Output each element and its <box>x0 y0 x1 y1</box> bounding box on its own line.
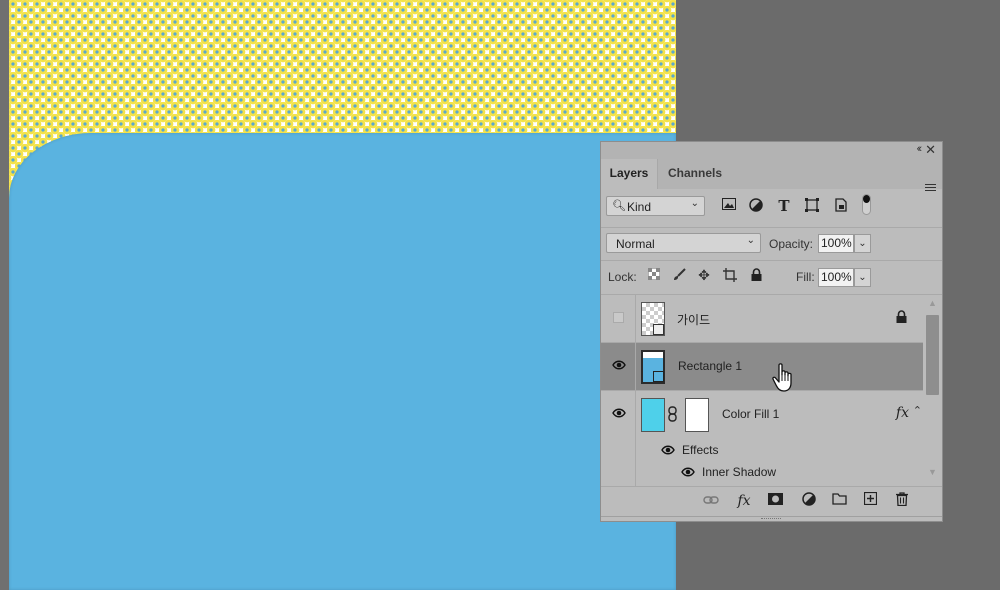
blend-mode-value: Normal <box>616 237 655 251</box>
layer-thumbnail <box>641 302 665 336</box>
visibility-cell <box>601 439 636 461</box>
fx-icon[interactable]: fx <box>735 492 753 510</box>
new-group-icon[interactable] <box>830 492 848 510</box>
blend-mode-select[interactable]: Normal ⌄ <box>606 233 761 253</box>
effects-label: Effects <box>682 443 719 457</box>
layer-name[interactable]: 가이드 <box>677 311 710 328</box>
link-icon[interactable] <box>668 406 677 425</box>
panel-tabs: Layers Channels <box>601 159 942 191</box>
fill-dropdown[interactable]: ⌄ <box>854 268 871 287</box>
layers-toolbar: fx <box>601 486 942 517</box>
visibility-cell <box>601 391 636 439</box>
filter-toggle-switch[interactable] <box>862 194 871 215</box>
layer-row-rectangle-1[interactable]: Rectangle 1 <box>601 343 923 391</box>
new-layer-icon[interactable] <box>861 491 879 510</box>
smart-object-badge-icon <box>653 324 664 335</box>
layers-list: 가이드 Rectangle 1 Color Fill 1 fx ⌃ Effect… <box>601 295 923 486</box>
add-mask-icon[interactable] <box>766 492 784 510</box>
rectangle-shape[interactable] <box>9 133 676 590</box>
close-panel-button[interactable]: ✕ <box>925 142 936 158</box>
collapse-panel-button[interactable]: ‹‹ <box>917 143 923 155</box>
canvas-edge <box>0 0 9 590</box>
tab-layers[interactable]: Layers <box>601 159 658 189</box>
filter-row: 🔍︎ Kind ⌄ T <box>601 190 942 227</box>
lock-all-icon[interactable] <box>749 268 763 282</box>
shape-filter-icon[interactable] <box>804 198 820 214</box>
layer-row-color-fill-1[interactable]: Color Fill 1 fx ⌃ <box>601 391 923 439</box>
lock-icon <box>896 310 907 326</box>
document-canvas[interactable] <box>9 0 676 590</box>
effect-label: Inner Shadow <box>702 465 777 479</box>
layer-name[interactable]: Color Fill 1 <box>722 407 779 421</box>
opacity-field[interactable]: 100% <box>818 234 854 253</box>
blend-row: Normal ⌄ Opacity: 100% ⌄ <box>601 228 942 260</box>
scroll-up-arrow[interactable]: ▲ <box>928 298 937 308</box>
chevron-down-icon: ⌄ <box>690 198 699 209</box>
search-icon: 🔍︎ <box>612 200 626 212</box>
visibility-toggle[interactable] <box>613 312 624 323</box>
eye-icon[interactable] <box>612 407 626 419</box>
fx-badge: fx <box>895 405 909 421</box>
layers-scrollbar[interactable]: ▲ ▼ <box>923 295 942 486</box>
chevron-up-icon[interactable]: ⌃ <box>913 404 922 417</box>
visibility-cell <box>601 295 636 342</box>
layer-name[interactable]: Rectangle 1 <box>678 359 742 373</box>
delete-icon[interactable] <box>893 492 911 510</box>
link-layers-icon[interactable] <box>702 492 720 510</box>
opacity-dropdown[interactable]: ⌄ <box>854 234 871 253</box>
filter-kind-select[interactable]: 🔍︎ Kind ⌄ <box>606 196 705 216</box>
eye-icon[interactable] <box>612 359 626 371</box>
lock-artboard-icon[interactable] <box>723 268 737 282</box>
lock-image-pixels-icon[interactable] <box>672 268 686 282</box>
shape-badge-icon <box>653 371 664 382</box>
scroll-down-arrow[interactable]: ▼ <box>928 467 937 477</box>
image-filter-icon[interactable] <box>721 198 737 214</box>
smart-object-filter-icon[interactable] <box>833 198 849 214</box>
fill-field[interactable]: 100% <box>818 268 854 287</box>
chevron-down-icon: ⌄ <box>746 235 755 246</box>
panel-resize-grip[interactable] <box>601 516 942 522</box>
tab-channels[interactable]: Channels <box>658 159 732 189</box>
filter-kind-label: Kind <box>627 200 652 214</box>
adjustment-layer-icon[interactable] <box>800 492 818 510</box>
fill-label: Fill: <box>796 270 815 284</box>
eye-icon[interactable] <box>681 466 695 478</box>
eye-icon[interactable] <box>661 444 675 456</box>
adjustment-filter-icon[interactable] <box>748 198 764 214</box>
layers-panel: ‹‹ ✕ Layers Channels 🔍︎ Kind ⌄ T Normal … <box>600 141 943 522</box>
visibility-cell <box>601 343 636 390</box>
lock-label: Lock: <box>608 270 637 284</box>
effects-row[interactable]: Effects <box>601 439 923 461</box>
lock-transparent-pixels-icon[interactable] <box>647 267 661 282</box>
scroll-thumb[interactable] <box>926 315 939 395</box>
visibility-cell <box>601 461 636 486</box>
layer-row-guide[interactable]: 가이드 <box>601 295 923 343</box>
opacity-label: Opacity: <box>769 237 814 251</box>
layer-thumbnail <box>641 350 665 384</box>
layer-thumbnail <box>641 398 665 432</box>
panel-title-bar[interactable]: ‹‹ ✕ <box>601 142 942 160</box>
lock-row: Lock: ✥ Fill: 100% ⌄ <box>601 261 942 294</box>
effect-row-inner-shadow[interactable]: Inner Shadow <box>601 461 923 486</box>
lock-position-icon[interactable]: ✥ <box>697 268 711 282</box>
layer-mask-thumbnail[interactable] <box>685 398 709 432</box>
type-filter-icon[interactable]: T <box>776 198 792 214</box>
